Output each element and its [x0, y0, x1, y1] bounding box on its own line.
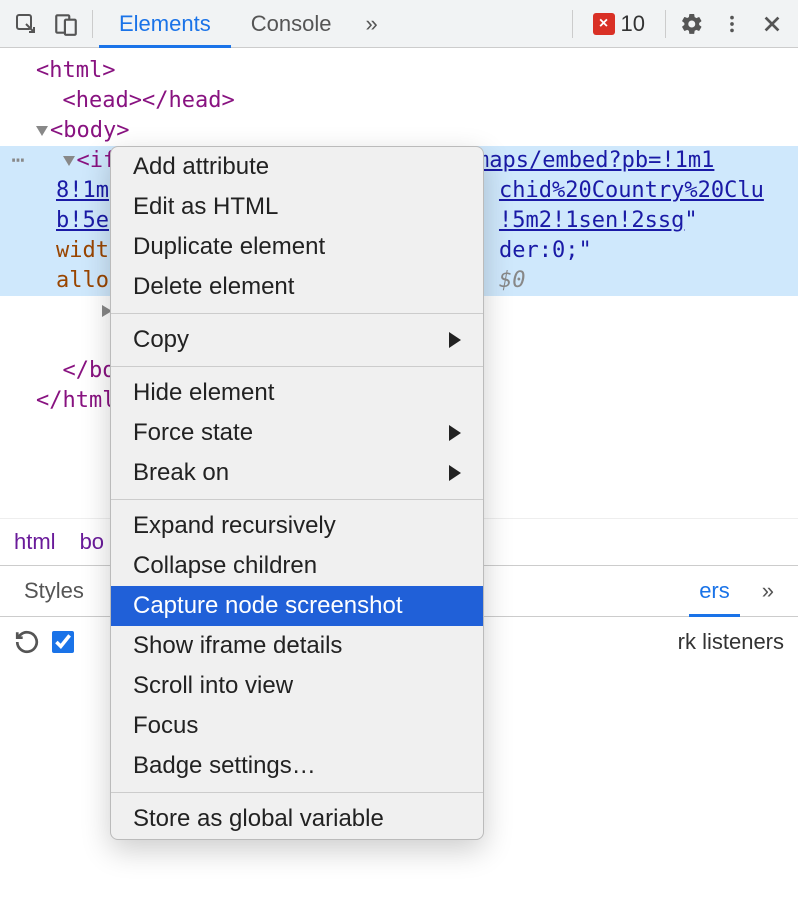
- ctx-separator: [111, 792, 483, 793]
- ctx-delete-element[interactable]: Delete element: [111, 267, 483, 307]
- toolbar-divider: [92, 10, 93, 38]
- context-menu: Add attribute Edit as HTML Duplicate ele…: [110, 146, 484, 840]
- ancestors-checkbox[interactable]: [52, 631, 74, 653]
- inspect-icon[interactable]: [6, 4, 46, 44]
- ctx-copy[interactable]: Copy: [111, 320, 483, 360]
- ctx-break-on[interactable]: Break on: [111, 453, 483, 493]
- submenu-arrow-icon: [449, 425, 461, 441]
- refresh-icon[interactable]: [14, 629, 40, 655]
- subtab-styles[interactable]: Styles: [8, 566, 100, 616]
- submenu-arrow-icon: [449, 465, 461, 481]
- ctx-force-state[interactable]: Force state: [111, 413, 483, 453]
- ctx-hide-element[interactable]: Hide element: [111, 373, 483, 413]
- ctx-badge-settings[interactable]: Badge settings…: [111, 746, 483, 786]
- ctx-separator: [111, 366, 483, 367]
- toolbar-divider: [665, 10, 666, 38]
- tab-overflow[interactable]: »: [351, 11, 391, 37]
- error-icon: ×: [593, 13, 615, 35]
- ctx-show-iframe-details[interactable]: Show iframe details: [111, 626, 483, 666]
- subtab-event-listeners[interactable]: ers: [683, 566, 746, 616]
- ctx-add-attribute[interactable]: Add attribute: [111, 147, 483, 187]
- ctx-separator: [111, 499, 483, 500]
- tab-console[interactable]: Console: [231, 0, 352, 47]
- chevron-down-icon[interactable]: [63, 156, 75, 166]
- toolbar-divider: [572, 10, 573, 38]
- ctx-expand-recursively[interactable]: Expand recursively: [111, 506, 483, 546]
- breadcrumb-item[interactable]: bo: [80, 529, 104, 555]
- ctx-store-global[interactable]: Store as global variable: [111, 799, 483, 839]
- ctx-duplicate-element[interactable]: Duplicate element: [111, 227, 483, 267]
- chevron-down-icon[interactable]: [36, 126, 48, 136]
- ctx-collapse-children[interactable]: Collapse children: [111, 546, 483, 586]
- subtab-overflow[interactable]: »: [746, 566, 790, 616]
- ellipsis-icon[interactable]: ⋯: [0, 146, 36, 176]
- breadcrumb-item[interactable]: html: [14, 529, 56, 555]
- framework-listeners-label: rk listeners: [678, 629, 784, 655]
- close-icon[interactable]: [752, 4, 792, 44]
- device-toggle-icon[interactable]: [46, 4, 86, 44]
- gear-icon[interactable]: [672, 4, 712, 44]
- error-count: 10: [621, 11, 645, 37]
- submenu-arrow-icon: [449, 332, 461, 348]
- kebab-menu-icon[interactable]: [712, 4, 752, 44]
- tab-elements[interactable]: Elements: [99, 0, 231, 47]
- panel-tabs: Elements Console »: [99, 0, 392, 47]
- error-badge[interactable]: × 10: [579, 11, 659, 37]
- ctx-separator: [111, 313, 483, 314]
- ctx-capture-node-screenshot[interactable]: Capture node screenshot: [111, 586, 483, 626]
- ctx-edit-as-html[interactable]: Edit as HTML: [111, 187, 483, 227]
- devtools-toolbar: Elements Console » × 10: [0, 0, 798, 48]
- ctx-scroll-into-view[interactable]: Scroll into view: [111, 666, 483, 706]
- ctx-focus[interactable]: Focus: [111, 706, 483, 746]
